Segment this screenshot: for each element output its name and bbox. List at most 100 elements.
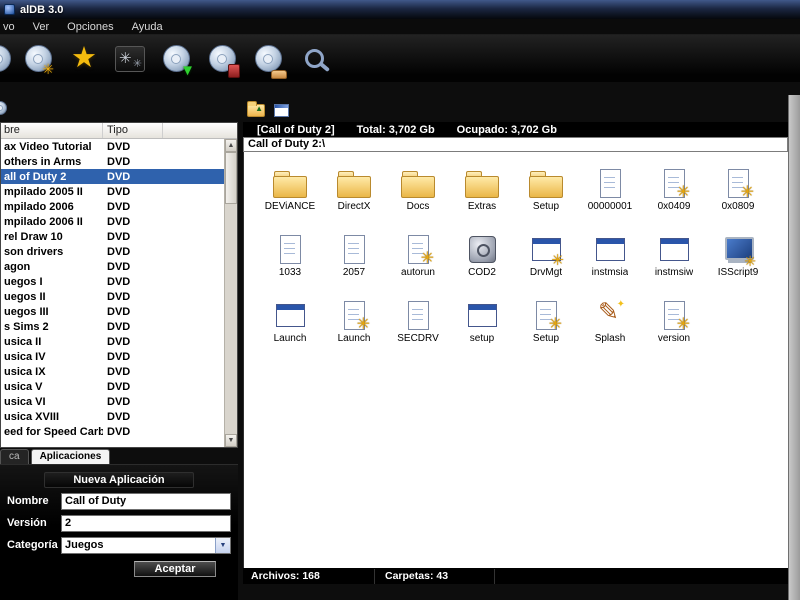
version-field[interactable] bbox=[61, 515, 231, 532]
file-item[interactable]: Launch bbox=[258, 298, 322, 364]
toolbar-button-favorites[interactable]: ★ bbox=[61, 38, 107, 80]
file-item[interactable]: DrvMgt bbox=[514, 232, 578, 298]
toolbar-button-import[interactable]: ▼ bbox=[153, 38, 199, 80]
table-row[interactable]: uegos IIDVD bbox=[1, 289, 224, 304]
table-row[interactable]: rel Draw 10DVD bbox=[1, 229, 224, 244]
file-type-icon bbox=[272, 166, 308, 200]
table-row[interactable]: usica IVDVD bbox=[1, 349, 224, 364]
file-type-icon bbox=[400, 166, 436, 200]
disc-type: DVD bbox=[103, 231, 224, 243]
file-item[interactable]: autorun bbox=[386, 232, 450, 298]
file-item[interactable]: SECDRV bbox=[386, 298, 450, 364]
file-item[interactable]: Extras bbox=[450, 166, 514, 232]
app-window: alDB 3.0 vo Ver Opciones Ayuda ✳ ★ ✳✳ ▼ bbox=[0, 0, 800, 600]
menu-item-opciones[interactable]: Opciones bbox=[58, 19, 122, 35]
table-row[interactable]: usica IIDVD bbox=[1, 334, 224, 349]
disc-type: DVD bbox=[103, 186, 224, 198]
file-type-icon bbox=[336, 232, 372, 266]
scroll-up-arrow[interactable] bbox=[225, 139, 237, 152]
file-item[interactable]: Setup bbox=[514, 298, 578, 364]
file-panel-toolbar bbox=[247, 102, 289, 118]
table-row[interactable]: others in ArmsDVD bbox=[1, 154, 224, 169]
table-row[interactable]: uegos IIIDVD bbox=[1, 304, 224, 319]
file-type-icon bbox=[720, 166, 756, 200]
table-row[interactable]: ax Video TutorialDVD bbox=[1, 139, 224, 154]
table-row[interactable]: mpilado 2006DVD bbox=[1, 199, 224, 214]
disc-name: uegos III bbox=[1, 306, 103, 318]
file-label: Launch bbox=[338, 333, 371, 344]
table-row-selected[interactable]: all of Duty 2DVD bbox=[1, 169, 224, 184]
disc-name: uegos II bbox=[1, 291, 103, 303]
folder-up-icon[interactable] bbox=[247, 104, 265, 117]
tab-clipped[interactable]: ca bbox=[0, 449, 29, 464]
status-bar: Archivos: 168 Carpetas: 43 bbox=[243, 568, 788, 584]
file-item[interactable]: 1033 bbox=[258, 232, 322, 298]
disc-title: [Call of Duty 2] bbox=[257, 124, 335, 136]
table-row[interactable]: usica VDVD bbox=[1, 379, 224, 394]
app-icon bbox=[4, 4, 15, 15]
form-title: Nueva Aplicación bbox=[44, 472, 194, 488]
toolbar-button-tools[interactable]: ✳✳ bbox=[107, 38, 153, 80]
status-folders: Carpetas: 43 bbox=[375, 569, 495, 584]
file-item[interactable]: Setup bbox=[514, 166, 578, 232]
file-type-icon bbox=[528, 298, 564, 332]
file-item[interactable]: DEViANCE bbox=[258, 166, 322, 232]
column-header-tipo[interactable]: Tipo bbox=[103, 123, 163, 138]
file-item[interactable]: Splash bbox=[578, 298, 642, 364]
tab-aplicaciones[interactable]: Aplicaciones bbox=[31, 449, 111, 464]
scroll-down-arrow[interactable] bbox=[225, 434, 237, 447]
file-item[interactable]: 2057 bbox=[322, 232, 386, 298]
file-item[interactable]: Launch bbox=[322, 298, 386, 364]
disc-type: DVD bbox=[103, 321, 224, 333]
file-item[interactable]: COD2 bbox=[450, 232, 514, 298]
file-item[interactable]: ISScript9 bbox=[706, 232, 770, 298]
disc-hand-icon bbox=[255, 45, 282, 72]
table-row[interactable]: usica VIDVD bbox=[1, 394, 224, 409]
table-row[interactable]: eed for Speed Carb...DVD bbox=[1, 424, 224, 439]
toolbar-button-lend[interactable] bbox=[245, 38, 291, 80]
disc-name: usica VI bbox=[1, 396, 103, 408]
scroll-thumb[interactable] bbox=[225, 152, 237, 204]
table-row[interactable]: usica IXDVD bbox=[1, 364, 224, 379]
menu-item-archivo[interactable]: vo bbox=[0, 19, 24, 35]
menu-item-ver[interactable]: Ver bbox=[24, 19, 59, 35]
table-row[interactable]: son driversDVD bbox=[1, 244, 224, 259]
aceptar-button[interactable]: Aceptar bbox=[134, 561, 216, 577]
file-item[interactable]: setup bbox=[450, 298, 514, 364]
file-item[interactable]: 0x0409 bbox=[642, 166, 706, 232]
file-type-icon bbox=[528, 232, 564, 266]
views-icon[interactable] bbox=[274, 104, 289, 117]
nombre-field[interactable] bbox=[61, 493, 231, 510]
file-item[interactable]: DirectX bbox=[322, 166, 386, 232]
table-row[interactable]: uegos IDVD bbox=[1, 274, 224, 289]
file-item[interactable]: instmsiw bbox=[642, 232, 706, 298]
file-item[interactable]: 0x0809 bbox=[706, 166, 770, 232]
toolbar-button-search[interactable] bbox=[291, 38, 337, 80]
toolbar-button-burn[interactable] bbox=[199, 38, 245, 80]
file-item[interactable]: 00000001 bbox=[578, 166, 642, 232]
table-row[interactable]: mpilado 2006 IIDVD bbox=[1, 214, 224, 229]
file-item[interactable]: instmsia bbox=[578, 232, 642, 298]
column-header-nombre[interactable]: bre bbox=[1, 123, 103, 138]
file-item[interactable]: Docs bbox=[386, 166, 450, 232]
menu-item-ayuda[interactable]: Ayuda bbox=[123, 19, 172, 35]
categoria-select[interactable]: Juegos bbox=[61, 537, 231, 554]
title-bar[interactable]: alDB 3.0 bbox=[0, 0, 800, 19]
file-label: 0x0409 bbox=[658, 201, 691, 212]
chevron-down-icon[interactable] bbox=[215, 538, 230, 553]
list-scrollbar[interactable] bbox=[224, 139, 237, 447]
table-row[interactable]: usica XVIIIDVD bbox=[1, 409, 224, 424]
disc-type: DVD bbox=[103, 381, 224, 393]
table-row[interactable]: s Sims 2DVD bbox=[1, 319, 224, 334]
file-item[interactable]: version bbox=[642, 298, 706, 364]
toolbar-button-clipped[interactable] bbox=[0, 38, 15, 80]
table-row[interactable]: agonDVD bbox=[1, 259, 224, 274]
disc-name: usica XVIII bbox=[1, 411, 103, 423]
file-type-icon bbox=[720, 232, 756, 266]
disc-name: ax Video Tutorial bbox=[1, 141, 103, 153]
toolbar-button-catalog[interactable]: ✳ bbox=[15, 38, 61, 80]
table-row[interactable]: mpilado 2005 IIDVD bbox=[1, 184, 224, 199]
version-label: Versión bbox=[7, 517, 61, 529]
gear-overlay-icon: ✳ bbox=[42, 62, 54, 76]
file-label: Docs bbox=[407, 201, 430, 212]
